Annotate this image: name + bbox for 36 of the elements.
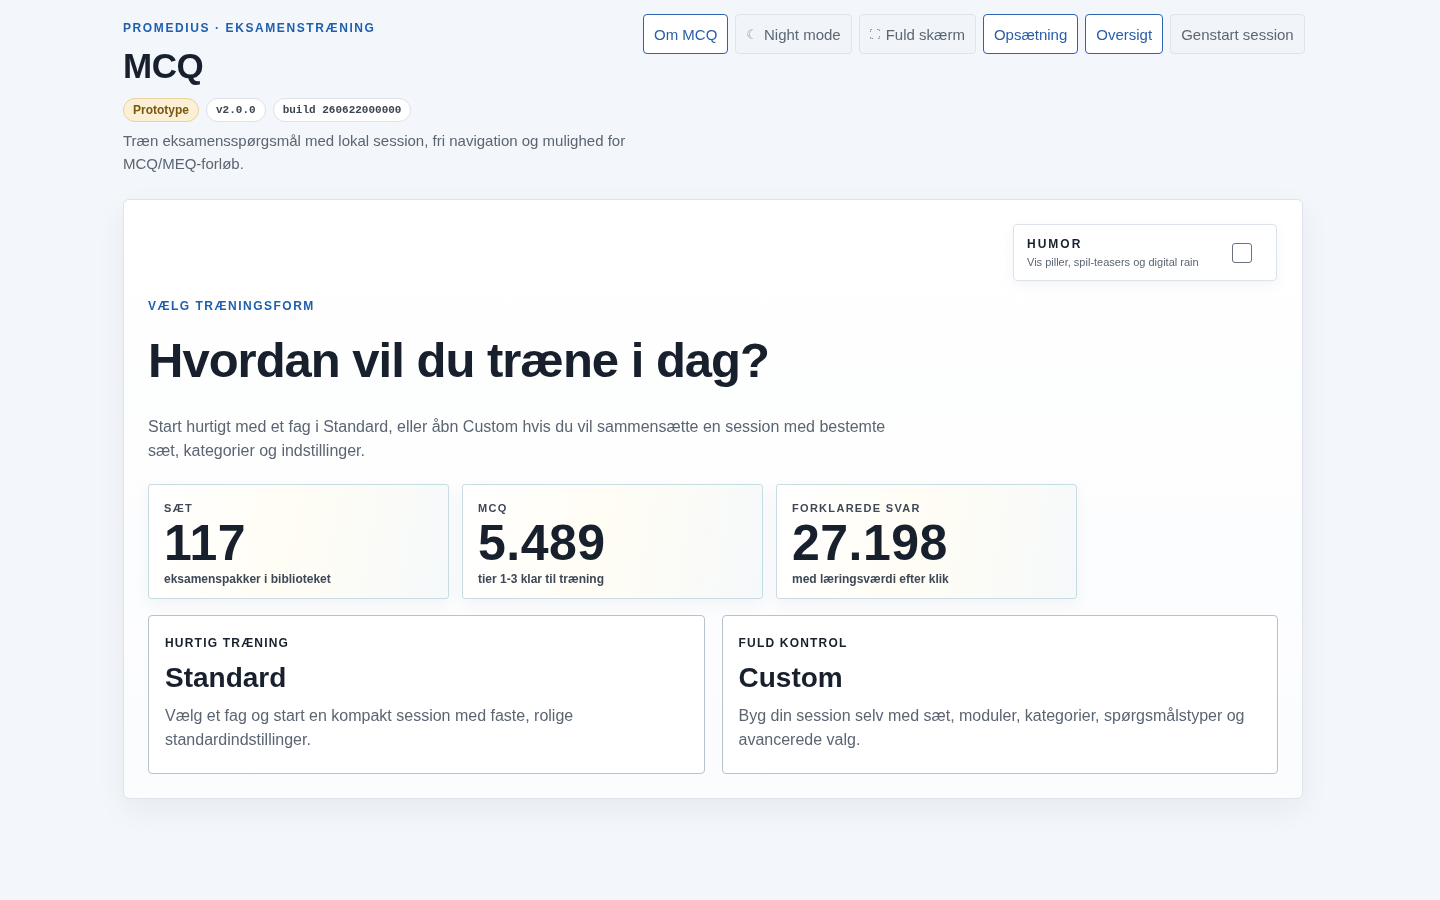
mode-card[interactable]: FULD KONTROL Custom Byg din session selv med sæt, moduler, kategorier, spørgsmålstyper og avancerede valg.	[721, 615, 1278, 774]
mode-eyebrow: FULD KONTROL	[738, 635, 849, 651]
mode-description: Vælg et fag og start en kompakt session med faste, rolige standardindstillinger.	[165, 706, 575, 750]
stat-value: 117	[164, 517, 248, 569]
app-title: MCQ	[123, 46, 205, 86]
humor-description: Vis piller, spil-teasers og digital rain	[1027, 254, 1199, 270]
stat-value: 5.489	[478, 517, 607, 569]
mode-eyebrow: HURTIG TRÆNING	[165, 635, 291, 651]
mode-title: Standard	[165, 661, 288, 695]
version-badge: build 260622000000	[272, 98, 412, 122]
humor-checkbox[interactable]	[1232, 242, 1252, 263]
toolbar-button[interactable]: Om MCQ	[643, 14, 729, 54]
lead-paragraph: Start hurtigt med et fag i Standard, eller åbn Custom hvis du vil sammensætte en session med bestemte sæt, kategorier og indstillinger.	[148, 417, 887, 461]
mode-description: Byg din session selv med sæt, moduler, kategorier, spørgsmålstyper og avancerede valg.	[738, 706, 1246, 750]
stat-label: SÆT	[164, 501, 194, 515]
mode-title: Custom	[738, 661, 844, 695]
toolbar-button[interactable]: ☾ Night mode	[735, 14, 852, 54]
brand-eyebrow: PROMEDIUS · EKSAMENSTRÆNING	[123, 20, 377, 36]
fullscreen-icon	[869, 29, 880, 39]
toolbar-button[interactable]: Genstart session	[1170, 14, 1305, 54]
stat-caption: med læringsværdi efter klik	[792, 571, 950, 587]
toolbar-button[interactable]: Fuld skærm	[858, 14, 976, 54]
toolbar-button[interactable]: Oversigt	[1085, 14, 1164, 54]
stat-value: 27.198	[792, 517, 949, 569]
stat-label: FORKLAREDE SVAR	[792, 501, 922, 515]
section-eyebrow: VÆLG TRÆNINGSFORM	[148, 298, 316, 314]
stat-caption: eksamenspakker i biblioteket	[164, 571, 332, 587]
status-badge: Prototype	[123, 98, 199, 122]
version-badge: v2.0.0	[206, 98, 266, 122]
stat-caption: tier 1-3 klar til træning	[478, 571, 606, 587]
stat-label: MCQ	[478, 501, 509, 515]
humor-title: HUMOR	[1027, 235, 1084, 252]
page-heading: Hvordan vil du træne i dag?	[148, 332, 770, 388]
app-description: Træn eksamensspørgsmål med lokal session, fri navigation og mulighed for MCQ/MEQ-forløb.	[123, 131, 627, 174]
mode-card[interactable]: HURTIG TRÆNING Standard Vælg et fag og start en kompakt session med faste, rolige standardindstillinger.	[148, 615, 705, 774]
toolbar-button[interactable]: Opsætning	[982, 14, 1079, 54]
